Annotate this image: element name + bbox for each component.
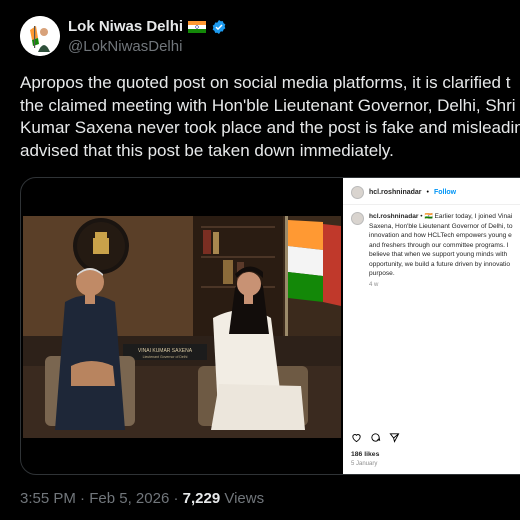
post-date: 5 January bbox=[351, 461, 378, 467]
post-text-line: Apropos the quoted post on social media … bbox=[20, 73, 511, 92]
separator-dot: • bbox=[426, 189, 429, 196]
avatar-image bbox=[20, 16, 60, 56]
views-count: 7,229 bbox=[182, 490, 221, 507]
comment-icon[interactable] bbox=[370, 432, 381, 443]
author-row: Lok Niwas Delhi bbox=[68, 18, 227, 35]
post-meta: 3:55 PM · Feb 5, 2026 · 7,229 Views bbox=[20, 490, 265, 507]
caption-username[interactable]: hcl.roshninadar bbox=[369, 213, 418, 220]
post-date[interactable]: Feb 5, 2026 bbox=[89, 490, 169, 507]
instagram-post[interactable]: hcl.roshninadar • Follow hcl.roshninadar… bbox=[343, 178, 520, 474]
caption-line: purpose. bbox=[369, 270, 395, 277]
post-time[interactable]: 3:55 PM bbox=[20, 490, 76, 507]
instagram-avatar[interactable] bbox=[351, 186, 364, 199]
verified-badge-icon bbox=[212, 19, 226, 34]
author-name[interactable]: Lok Niwas Delhi bbox=[68, 18, 183, 35]
follow-button[interactable]: Follow bbox=[434, 189, 456, 196]
caption-row: hcl.roshninadar • 🇮🇳 Earlier today, I jo… bbox=[351, 212, 520, 290]
instagram-caption: hcl.roshninadar • 🇮🇳 Earlier today, I jo… bbox=[351, 212, 520, 290]
heart-icon[interactable] bbox=[351, 432, 362, 443]
meeting-photo-image: VINAI KUMAR SAXENA Lieutenant Governor o… bbox=[23, 216, 341, 438]
caption-line: and freshers through our committee progr… bbox=[369, 241, 509, 249]
post-text: Apropos the quoted post on social media … bbox=[20, 72, 520, 162]
avatar[interactable] bbox=[20, 16, 60, 56]
divider bbox=[343, 204, 520, 205]
caption-line: Saxena, Hon'ble Lieutenant Governor of D… bbox=[369, 222, 513, 230]
post-text-line: Kumar Saxena never took place and the po… bbox=[20, 118, 520, 137]
caption-avatar[interactable] bbox=[351, 212, 364, 225]
share-icon[interactable] bbox=[389, 432, 400, 443]
views-label: Views bbox=[224, 490, 265, 507]
post-text-line: the claimed meeting with Hon'ble Lieuten… bbox=[20, 95, 516, 115]
caption-age: 4 w bbox=[369, 281, 379, 288]
instagram-header: hcl.roshninadar • Follow bbox=[351, 186, 456, 199]
nameplate-title: Lieutenant Governor of Delhi bbox=[143, 355, 188, 359]
like-count[interactable]: 186 likes bbox=[351, 451, 379, 458]
caption-line: innovation and how HCLTech empowers youn… bbox=[369, 232, 512, 239]
nameplate-name: VINAI KUMAR SAXENA bbox=[138, 348, 193, 354]
instagram-username[interactable]: hcl.roshninadar bbox=[369, 189, 422, 196]
quoted-media[interactable]: VINAI KUMAR SAXENA Lieutenant Governor o… bbox=[20, 177, 520, 475]
author-handle[interactable]: @LokNiwasDelhi bbox=[68, 38, 182, 55]
india-flag-icon bbox=[188, 20, 207, 33]
meeting-photo[interactable]: VINAI KUMAR SAXENA Lieutenant Governor o… bbox=[23, 216, 341, 438]
caption-line: • 🇮🇳 Earlier today, I joined Vinai bbox=[418, 213, 513, 220]
caption-line: believe that when we support young minds… bbox=[369, 251, 508, 258]
instagram-actions bbox=[351, 432, 400, 443]
post-text-line: advised that this post be taken down imm… bbox=[20, 140, 394, 160]
caption-line: opportunity, we build a future driven by… bbox=[369, 260, 510, 268]
post-header: Lok Niwas Delhi @LokNiwasDelhi bbox=[20, 16, 520, 66]
